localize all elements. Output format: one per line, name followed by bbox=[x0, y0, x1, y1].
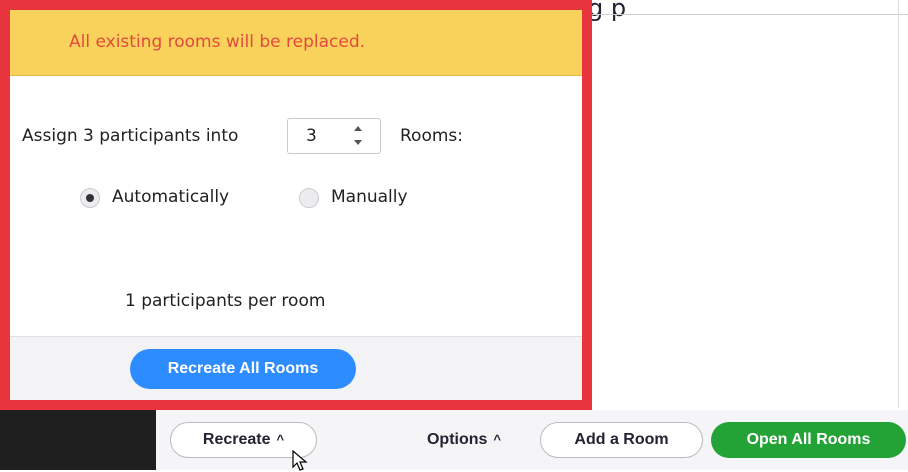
toolbar-dark-region bbox=[0, 410, 156, 470]
radio-button-manually[interactable] bbox=[299, 188, 319, 208]
options-button[interactable]: Options ^ bbox=[404, 422, 524, 458]
highlight-frame: All existing rooms will be replaced. Ass… bbox=[0, 0, 592, 410]
warning-text: All existing rooms will be replaced. bbox=[69, 32, 366, 52]
rooms-count-stepper[interactable]: 3 bbox=[287, 118, 381, 154]
rooms-label: Rooms: bbox=[400, 126, 463, 146]
options-button-label: Options bbox=[426, 431, 488, 448]
chevron-up-icon: ^ bbox=[276, 432, 285, 447]
radio-selected-dot bbox=[86, 194, 94, 202]
mouse-pointer-icon bbox=[292, 450, 308, 471]
add-room-button[interactable]: Add a Room bbox=[540, 422, 703, 458]
recreate-popover: All existing rooms will be replaced. Ass… bbox=[10, 10, 582, 400]
background-heading-fragment: g p bbox=[588, 0, 627, 22]
participants-per-room-text: 1 participants per room bbox=[125, 291, 326, 311]
chevron-up-icon: ^ bbox=[493, 432, 502, 447]
breakout-toolbar: Recreate ^ Options ^ Add a Room Open All R… bbox=[0, 410, 908, 470]
radio-button-automatically[interactable] bbox=[80, 188, 100, 208]
warning-banner: All existing rooms will be replaced. bbox=[10, 10, 582, 76]
recreate-all-rooms-button[interactable]: Recreate All Rooms bbox=[130, 349, 356, 389]
top-divider bbox=[588, 14, 908, 15]
stepper-arrows bbox=[350, 123, 368, 149]
stepper-down-icon[interactable] bbox=[354, 140, 362, 145]
popover-footer: Recreate All Rooms bbox=[10, 336, 582, 400]
recreate-button-label: Recreate bbox=[202, 431, 271, 448]
rooms-count-value[interactable]: 3 bbox=[306, 126, 317, 146]
popover-pointer bbox=[229, 400, 253, 410]
radio-label-automatically: Automatically bbox=[112, 187, 230, 207]
assign-label: Assign 3 participants into bbox=[22, 126, 239, 146]
radio-label-manually: Manually bbox=[331, 187, 408, 207]
stepper-up-icon[interactable] bbox=[354, 126, 362, 131]
open-all-rooms-button[interactable]: Open All Rooms bbox=[711, 422, 906, 458]
right-divider bbox=[898, 0, 899, 408]
